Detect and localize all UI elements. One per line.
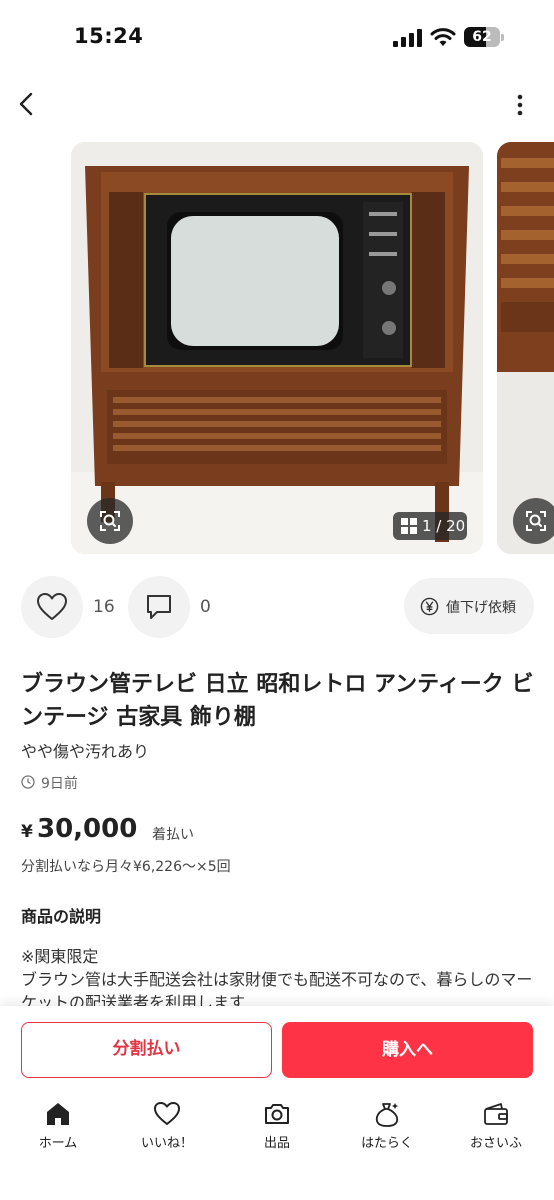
heart-icon: [154, 1102, 180, 1125]
item-title: ブラウン管テレビ 日立 昭和レトロ アンティーク ビンテージ 古家具 飾り棚: [21, 672, 534, 730]
grid-icon: [401, 518, 417, 534]
battery-level: 62: [472, 29, 492, 45]
likes-count: 16: [93, 597, 115, 617]
next-photo-preview[interactable]: [497, 142, 554, 554]
battery-indicator: 62: [464, 27, 504, 47]
tab-wallet-label: おさいふ: [469, 1136, 522, 1151]
zoom-button-next[interactable]: [513, 498, 554, 544]
description-heading: 商品の説明: [21, 907, 102, 926]
status-bar: 15:24 62: [0, 0, 554, 70]
comment-icon: [147, 595, 171, 619]
comments-count: 0: [200, 597, 211, 617]
photo-counter: 1 / 20: [393, 512, 467, 540]
more-options-icon[interactable]: [508, 92, 532, 118]
shipping-note: 着払い: [152, 827, 194, 843]
status-time: 15:24: [74, 24, 144, 48]
money-bag-icon: [375, 1103, 399, 1127]
clock-icon: [21, 775, 35, 789]
tab-work[interactable]: はたらく: [332, 1096, 442, 1156]
price-amount: 30,000: [37, 814, 138, 844]
buy-button[interactable]: 購入へ: [282, 1022, 533, 1078]
tab-sell-label: 出品: [263, 1136, 290, 1151]
camera-icon: [265, 1104, 289, 1124]
zoom-button[interactable]: [87, 498, 133, 544]
yen-coin-icon: [420, 597, 439, 616]
price-row: ¥ 30,000 着払い: [21, 814, 321, 850]
product-photo[interactable]: 1 / 20: [71, 142, 483, 554]
installment-info: 分割払いなら月々¥6,226〜×5回: [21, 859, 231, 875]
wifi-icon: [430, 28, 456, 46]
photo-carousel[interactable]: 1 / 20: [0, 142, 554, 556]
tab-likes-label: いいね！: [140, 1136, 193, 1151]
wallet-icon: [484, 1103, 508, 1125]
photo-counter-text: 1 / 20: [422, 517, 466, 535]
tab-work-label: はたらく: [361, 1136, 413, 1151]
tab-wallet[interactable]: おさいふ: [441, 1096, 551, 1156]
comment-button[interactable]: [128, 576, 190, 638]
tab-bar: ホーム いいね！ 出品 はたらく おさいふ: [0, 1096, 554, 1156]
price-down-label: 値下げ依頼: [446, 600, 516, 616]
bottom-bar: 分割払い 購入へ ホーム いいね！ 出品 はたらく おさいふ: [0, 1006, 554, 1200]
heart-icon: [37, 593, 67, 620]
zoom-scan-icon: [526, 511, 546, 531]
price-currency: ¥: [21, 822, 33, 842]
tab-home-label: ホーム: [38, 1136, 78, 1151]
cellular-signal-icon: [393, 29, 422, 47]
zoom-scan-icon: [100, 511, 120, 531]
next-photo-illustration: [497, 142, 554, 554]
home-icon: [47, 1103, 69, 1125]
like-button[interactable]: [21, 576, 83, 638]
back-icon[interactable]: [14, 90, 42, 118]
item-condition: やや傷や汚れあり: [21, 742, 150, 761]
description-body: ※関東限定 ブラウン管は大手配送会社は家財便でも配送不可なので、暮らしのマーケッ…: [21, 947, 533, 1007]
posted-time-text: 9日前: [41, 776, 78, 792]
price-down-request-button[interactable]: 値下げ依頼: [404, 578, 534, 634]
retro-tv-illustration: [71, 142, 483, 554]
tab-sell[interactable]: 出品: [222, 1096, 332, 1156]
tab-likes[interactable]: いいね！: [112, 1096, 222, 1156]
split-payment-button[interactable]: 分割払い: [21, 1022, 272, 1078]
tab-home[interactable]: ホーム: [3, 1096, 113, 1156]
